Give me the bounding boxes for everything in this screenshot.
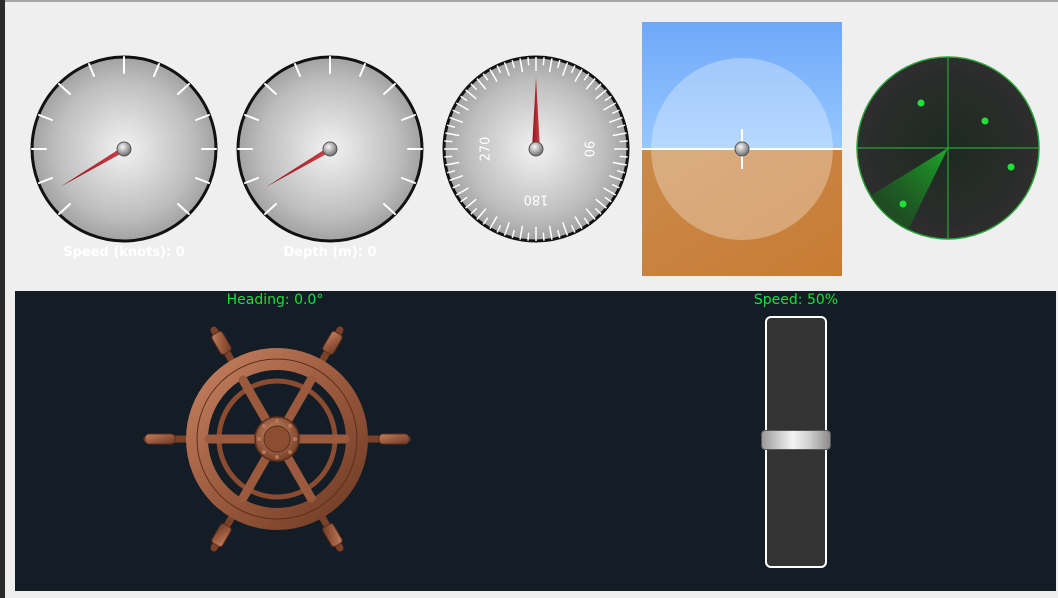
attitude-indicator	[642, 22, 842, 276]
radar-contact	[981, 117, 989, 125]
depth-label: Depth (m): 0	[283, 245, 377, 260]
background-window-edge	[0, 0, 5, 598]
radar-display	[856, 56, 1040, 240]
compass-tick	[444, 155, 453, 158]
compass-tick	[527, 57, 530, 66]
window-top-border	[5, 0, 1058, 2]
radar-contact	[917, 99, 925, 107]
compass-east-label: 90	[581, 141, 596, 158]
ship-wheel[interactable]	[142, 320, 412, 558]
speed-gauge	[30, 55, 218, 243]
compass-tick	[619, 155, 628, 158]
speed-control-label: Speed: 50%	[753, 292, 839, 308]
compass-tick	[527, 232, 530, 241]
control-panel: Heading: 0.0° Speed: 50%	[15, 291, 1056, 591]
compass-gauge: 90 180 270	[442, 55, 630, 243]
compass-tick	[542, 57, 545, 66]
depth-gauge	[236, 55, 424, 243]
radar-contact	[899, 200, 907, 208]
radar-contact	[1007, 163, 1015, 171]
compass-tick	[619, 140, 628, 143]
heading-label: Heading: 0.0°	[226, 292, 324, 308]
compass-south-label: 180	[524, 192, 549, 207]
compass-tick	[542, 232, 545, 241]
compass-west-label: 270	[479, 137, 494, 162]
compass-tick	[444, 140, 453, 143]
speed-slider-thumb[interactable]	[761, 430, 831, 450]
speed-label: Speed (knots): 0	[63, 245, 185, 260]
